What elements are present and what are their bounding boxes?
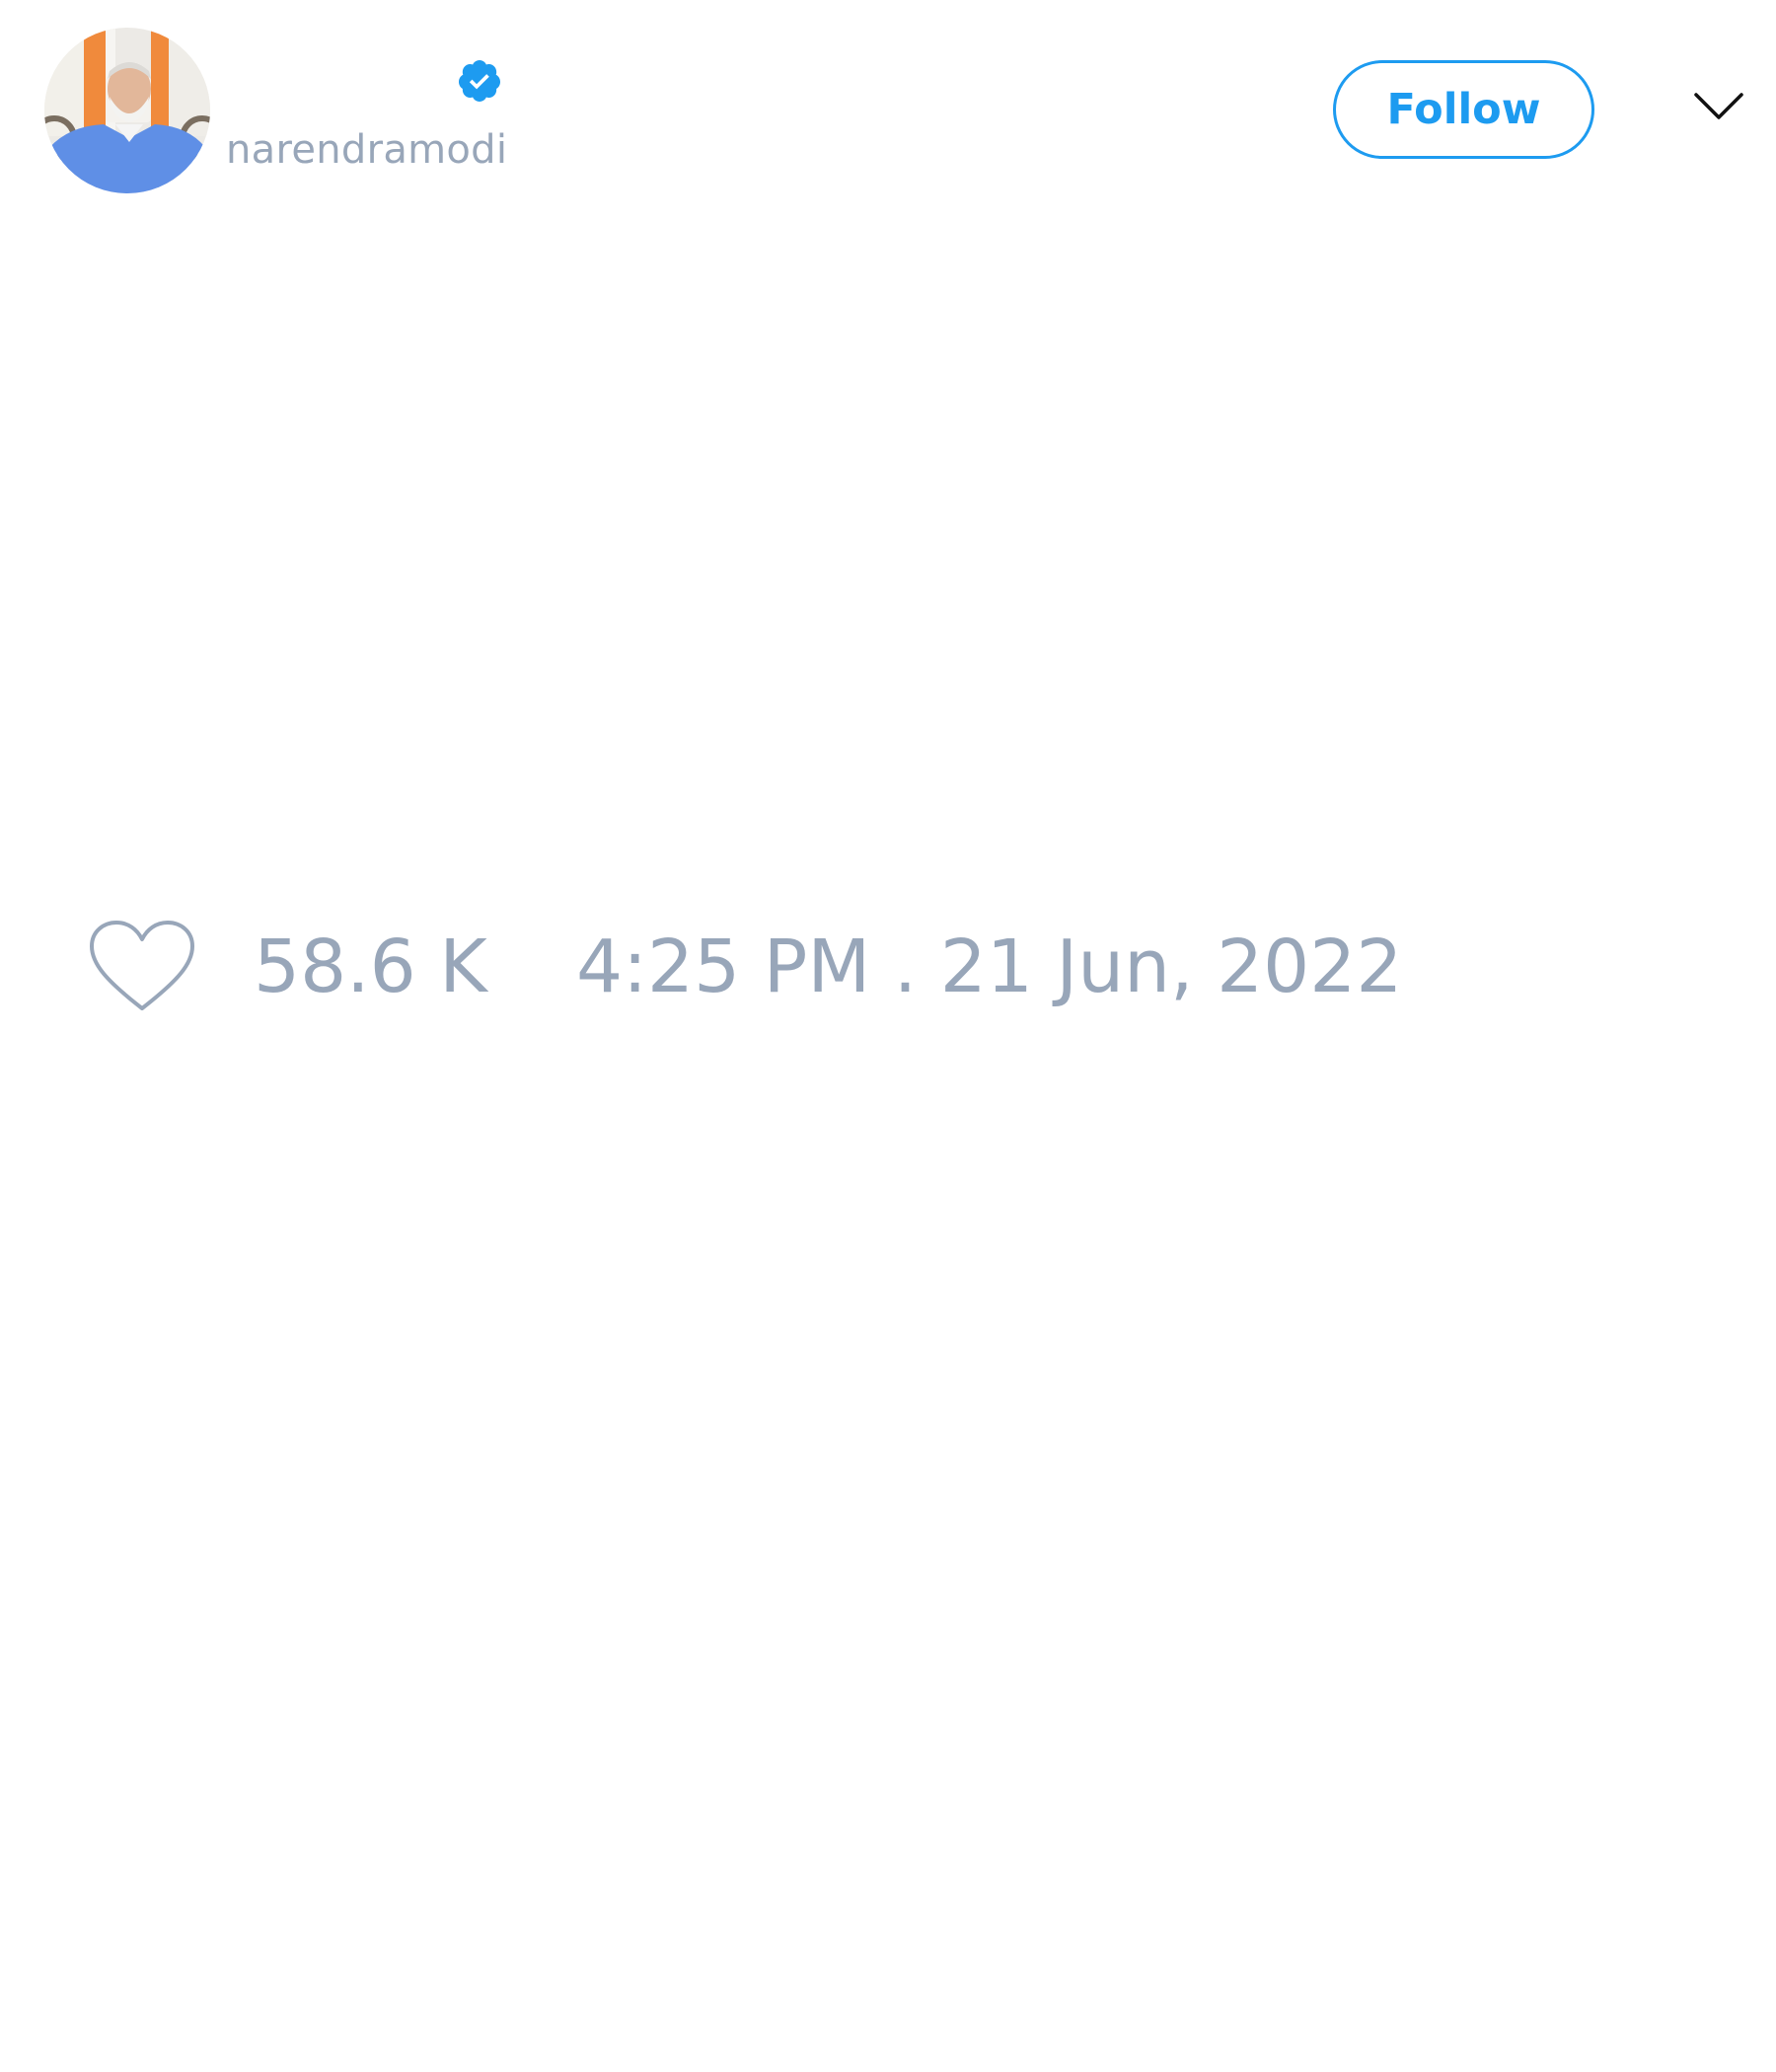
- chevron-down-icon[interactable]: [1693, 89, 1744, 124]
- avatar-image: [44, 28, 210, 193]
- like-count: 58.6 K: [254, 925, 487, 1009]
- author-handle[interactable]: narendramodi: [226, 124, 507, 176]
- tweet-timestamp[interactable]: 4:25 PM . 21 Jun, 2022: [576, 923, 1402, 1011]
- follow-button[interactable]: Follow: [1333, 60, 1594, 159]
- verified-badge-icon: [458, 60, 500, 102]
- heart-icon[interactable]: [89, 920, 195, 1014]
- avatar[interactable]: [44, 28, 210, 193]
